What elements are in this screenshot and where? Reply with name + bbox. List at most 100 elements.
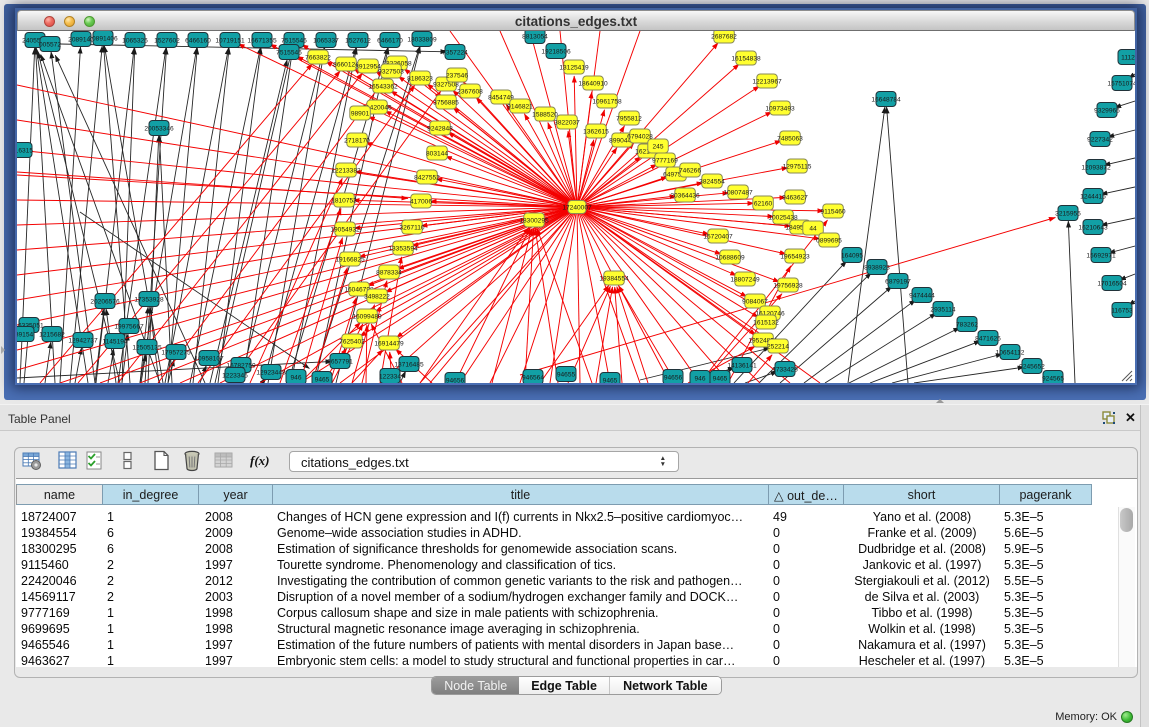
svg-text:8186323: 8186323	[407, 75, 433, 82]
svg-text:7515546: 7515546	[276, 49, 302, 56]
svg-text:1065326: 1065326	[122, 37, 148, 44]
svg-text:1145194: 1145194	[102, 338, 128, 345]
svg-text:2687682: 2687682	[711, 33, 737, 40]
svg-text:10973493: 10973493	[765, 105, 795, 112]
svg-text:1223346: 1223346	[222, 372, 248, 379]
svg-text:16914479: 16914479	[374, 340, 404, 347]
svg-text:3822037: 3822037	[554, 119, 580, 126]
svg-text:1615132: 1615132	[753, 319, 779, 326]
svg-text:1244415: 1244415	[1080, 193, 1106, 200]
svg-text:3215955: 3215955	[1055, 210, 1081, 217]
svg-text:9227342: 9227342	[1087, 136, 1113, 143]
svg-text:005572: 005572	[39, 41, 61, 48]
svg-text:2718170: 2718170	[344, 137, 370, 144]
svg-text:98901: 98901	[351, 110, 370, 117]
svg-text:19975667: 19975667	[114, 323, 144, 330]
svg-text:946: 946	[290, 374, 301, 381]
svg-text:0899695: 0899695	[816, 237, 842, 244]
svg-text:1215682: 1215682	[39, 331, 65, 338]
svg-text:94656: 94656	[664, 374, 683, 381]
svg-text:12975115: 12975115	[783, 163, 812, 170]
svg-text:62160: 62160	[754, 200, 773, 207]
svg-text:19218506: 19218506	[541, 48, 571, 55]
svg-text:9463627: 9463627	[782, 194, 808, 201]
svg-text:2935114: 2935114	[930, 306, 956, 313]
svg-text:9329966: 9329966	[1094, 107, 1120, 114]
svg-text:9657791: 9657791	[327, 358, 353, 365]
svg-text:39154: 39154	[17, 331, 33, 338]
svg-text:15720407: 15720407	[703, 233, 733, 240]
svg-text:3756885: 3756885	[433, 99, 459, 106]
svg-text:17240007: 17240007	[562, 204, 592, 211]
svg-text:8938923: 8938923	[864, 264, 890, 271]
svg-text:924565: 924565	[1042, 375, 1064, 382]
svg-text:10961758: 10961758	[592, 98, 622, 105]
svg-text:3267110: 3267110	[399, 224, 425, 231]
svg-text:18807249: 18807249	[730, 276, 760, 283]
svg-text:9242848: 9242848	[427, 125, 453, 132]
svg-text:94656: 94656	[446, 377, 465, 383]
svg-text:2367608: 2367608	[457, 88, 483, 95]
svg-text:8878334: 8878334	[376, 269, 402, 276]
svg-text:1733426: 1733426	[772, 366, 798, 373]
svg-text:7357224: 7357224	[442, 49, 468, 56]
svg-text:1810753: 1810753	[331, 197, 357, 204]
svg-text:1527602: 1527602	[154, 37, 180, 44]
svg-text:18640910: 18640910	[578, 80, 608, 87]
svg-text:14136141: 14136141	[727, 362, 757, 369]
svg-text:3824554: 3824554	[699, 178, 725, 185]
svg-text:1065337: 1065337	[313, 37, 339, 44]
svg-text:122334: 122334	[379, 373, 401, 380]
svg-text:10719151: 10719151	[215, 37, 245, 44]
svg-text:9474444: 9474444	[909, 292, 935, 299]
svg-text:116753: 116753	[1111, 307, 1133, 314]
svg-text:9146821: 9146821	[507, 103, 533, 110]
svg-text:7663822: 7663822	[305, 54, 331, 61]
svg-text:19166825: 19166825	[335, 256, 365, 263]
svg-text:216315: 216315	[17, 147, 33, 154]
svg-text:3498222: 3498222	[364, 293, 390, 300]
svg-text:16099489: 16099489	[352, 313, 382, 320]
svg-text:16154838: 16154838	[731, 55, 761, 62]
svg-text:19654923: 19654923	[780, 253, 810, 260]
svg-text:20364436: 20364436	[670, 192, 700, 199]
svg-text:6466170: 6466170	[377, 37, 403, 44]
svg-text:15692971: 15692971	[1086, 252, 1116, 259]
svg-text:8427552: 8427552	[414, 174, 440, 181]
svg-text:15751074: 15751074	[1107, 80, 1135, 87]
svg-text:17353928: 17353928	[134, 296, 164, 303]
svg-text:20206576: 20206576	[90, 298, 120, 305]
svg-text:17957275: 17957275	[161, 349, 191, 356]
svg-text:746266: 746266	[679, 167, 701, 174]
svg-text:6466160: 6466160	[185, 37, 211, 44]
svg-text:13125419: 13125419	[559, 64, 589, 71]
svg-text:9465: 9465	[713, 375, 728, 382]
svg-text:1588520: 1588520	[532, 111, 558, 118]
svg-text:803144: 803144	[426, 150, 448, 157]
svg-text:783262: 783262	[956, 321, 978, 328]
svg-text:13716485: 13716485	[394, 361, 424, 368]
svg-text:7485063: 7485063	[777, 135, 803, 142]
svg-text:16648784: 16648784	[871, 96, 901, 103]
svg-text:12093872: 12093872	[1081, 164, 1111, 171]
svg-text:16543362: 16543362	[368, 83, 398, 90]
svg-text:10807487: 10807487	[723, 189, 753, 196]
svg-text:f(x): f(x)	[250, 453, 270, 468]
svg-text:9465: 9465	[603, 377, 618, 383]
svg-text:8813054: 8813054	[522, 33, 548, 40]
svg-text:19384554: 19384554	[599, 275, 629, 282]
svg-text:20891406: 20891406	[88, 35, 118, 42]
svg-text:9777169: 9777169	[652, 157, 678, 164]
svg-text:9327503: 9327503	[378, 68, 404, 75]
svg-text:19756928: 19756928	[773, 282, 803, 289]
svg-text:20053346: 20053346	[144, 125, 174, 132]
svg-text:946564: 946564	[522, 374, 544, 381]
svg-text:12505135: 12505135	[132, 344, 162, 351]
svg-text:946: 946	[694, 375, 705, 382]
svg-text:237546: 237546	[446, 72, 468, 79]
svg-text:16671355: 16671355	[247, 37, 277, 44]
svg-text:13353594: 13353594	[388, 245, 418, 252]
svg-text:164095: 164095	[841, 252, 863, 259]
svg-text:245: 245	[652, 143, 663, 150]
svg-text:9084067: 9084067	[742, 298, 768, 305]
